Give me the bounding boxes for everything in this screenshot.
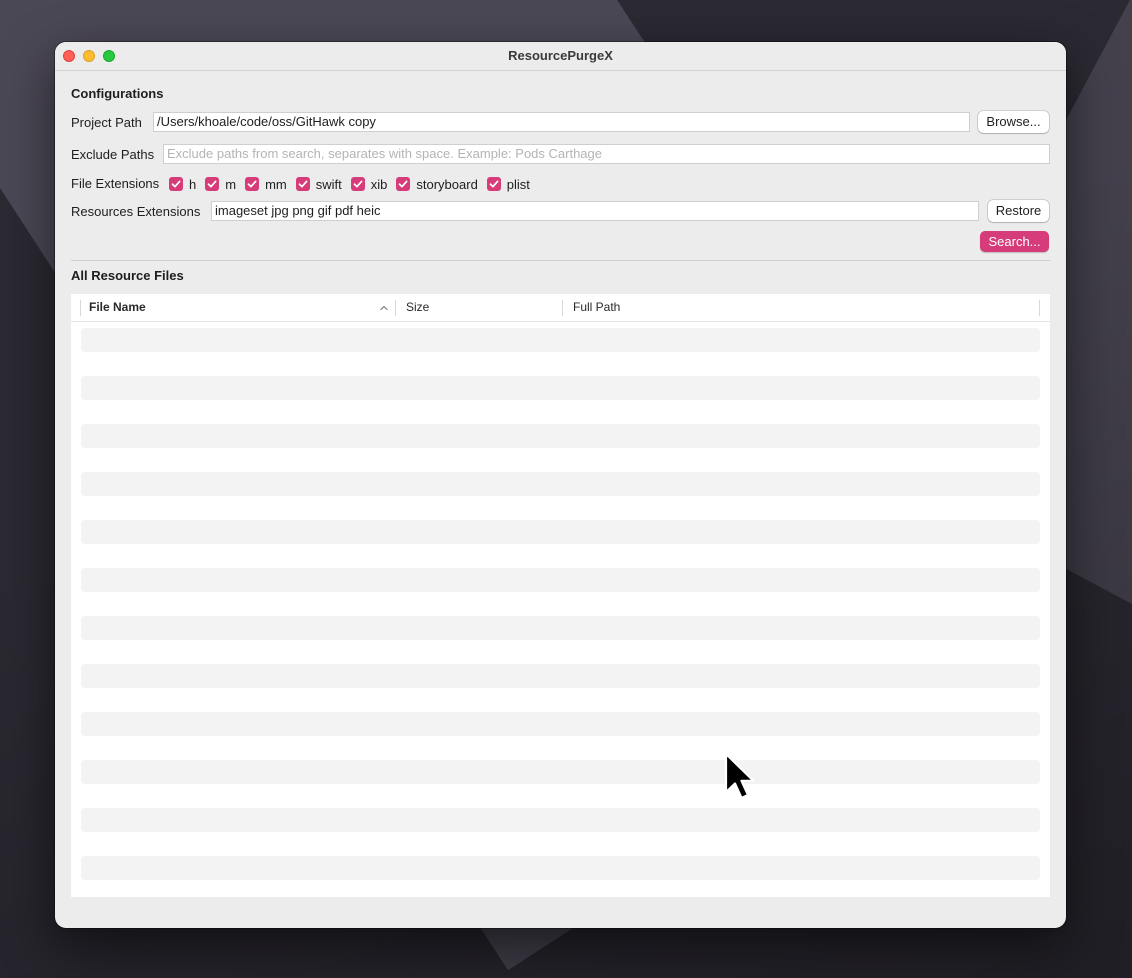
project-path-label: Project Path <box>71 115 142 130</box>
browse-button[interactable]: Browse... <box>978 111 1049 133</box>
checkmark-icon[interactable] <box>205 177 220 191</box>
checkbox-plist[interactable]: plist <box>486 176 530 192</box>
column-header-file-name[interactable]: File Name <box>89 294 146 321</box>
table-row[interactable] <box>81 664 1040 688</box>
column-separator[interactable] <box>395 300 396 316</box>
checkmark-icon[interactable] <box>169 177 183 191</box>
resource-files-table[interactable]: File Name Size Full Path <box>71 294 1050 897</box>
resources-extensions-label: Resources Extensions <box>71 204 201 219</box>
checkbox-xib[interactable]: xib <box>350 176 388 192</box>
table-row[interactable] <box>81 424 1040 448</box>
column-separator <box>80 300 81 316</box>
file-extensions-checkboxes: h m mm swift xib storyboard plist <box>169 176 539 192</box>
checkbox-h[interactable]: h <box>169 177 196 192</box>
checkbox-label: storyboard <box>416 176 478 192</box>
checkbox-label: h <box>189 176 197 192</box>
checkbox-label: mm <box>265 176 287 192</box>
restore-button[interactable]: Restore <box>988 200 1049 222</box>
column-separator[interactable] <box>1039 300 1040 316</box>
column-separator[interactable] <box>562 300 563 316</box>
checkbox-label: plist <box>506 176 530 192</box>
checkbox-mm[interactable]: mm <box>245 177 287 192</box>
sort-ascending-icon[interactable] <box>379 303 389 313</box>
exclude-paths-label: Exclude Paths <box>71 147 155 162</box>
resources-extensions-field[interactable]: imageset jpg png gif pdf heic <box>211 201 979 221</box>
checkbox-storyboard[interactable]: storyboard <box>396 176 478 192</box>
checkmark-icon[interactable] <box>486 177 501 191</box>
table-row[interactable] <box>81 808 1040 832</box>
checkmark-icon[interactable] <box>245 177 260 191</box>
table-row[interactable] <box>81 616 1040 640</box>
results-heading: All Resource Files <box>71 268 184 283</box>
column-header-full-path[interactable]: Full Path <box>573 294 620 321</box>
app-window: ResourcePurgeX Configurations Project Pa… <box>55 42 1066 928</box>
table-row[interactable] <box>81 856 1040 880</box>
checkbox-swift[interactable]: swift <box>295 176 342 192</box>
table-row[interactable] <box>81 328 1040 352</box>
checkbox-label: m <box>225 176 237 192</box>
exclude-paths-field[interactable]: Exclude paths from search, separates wit… <box>163 144 1050 164</box>
title-bar[interactable]: ResourcePurgeX <box>55 42 1066 71</box>
table-row[interactable] <box>81 568 1040 592</box>
checkmark-icon[interactable] <box>295 177 310 191</box>
table-row[interactable] <box>81 376 1040 400</box>
checkbox-m[interactable]: m <box>205 177 236 192</box>
table-row[interactable] <box>81 760 1040 784</box>
window-title: ResourcePurgeX <box>508 48 613 63</box>
configurations-heading: Configurations <box>71 86 164 101</box>
search-button[interactable]: Search... <box>980 231 1049 252</box>
project-path-field[interactable]: /Users/khoale/code/oss/GitHawk copy <box>153 112 970 132</box>
checkbox-label: swift <box>315 176 342 192</box>
checkmark-icon[interactable] <box>396 177 411 191</box>
table-header: File Name Size Full Path <box>71 294 1050 322</box>
table-row[interactable] <box>81 712 1040 736</box>
checkbox-label: xib <box>370 176 388 192</box>
section-divider <box>71 260 1050 261</box>
checkmark-icon[interactable] <box>350 177 365 191</box>
table-row[interactable] <box>81 520 1040 544</box>
table-row[interactable] <box>81 472 1040 496</box>
mouse-pointer-icon <box>724 752 755 800</box>
column-header-size[interactable]: Size <box>406 294 429 321</box>
file-extensions-label: File Extensions <box>71 176 160 191</box>
